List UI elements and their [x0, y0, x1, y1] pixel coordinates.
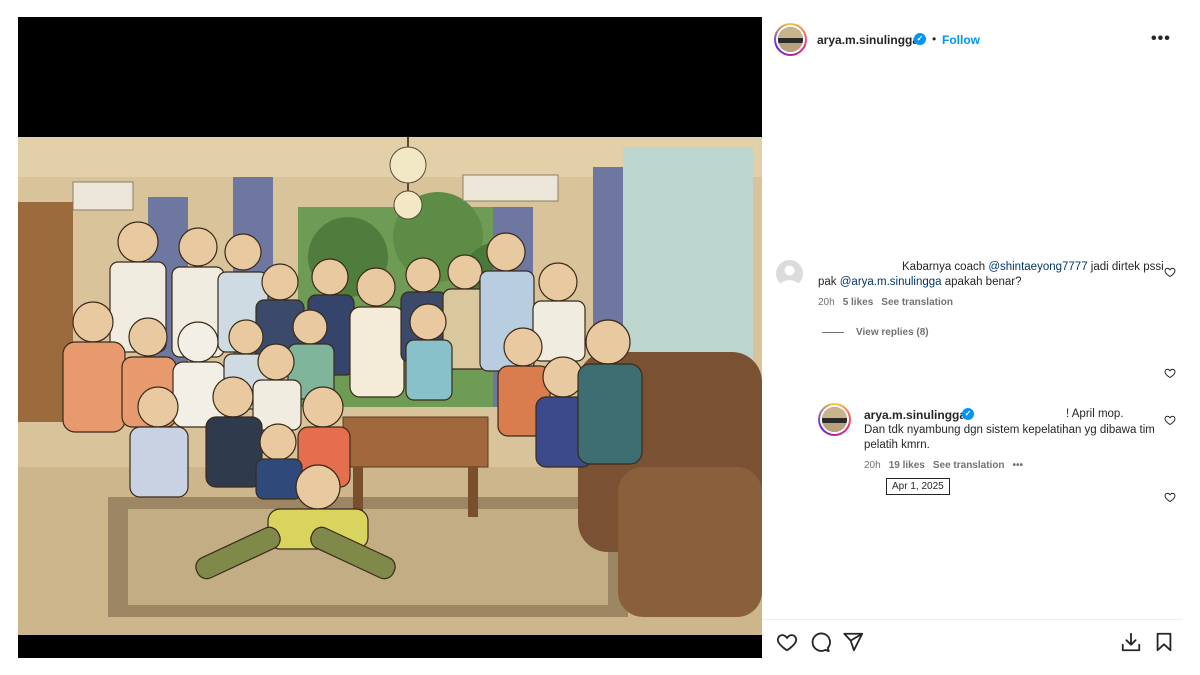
reply-see-translation-link[interactable]: See translation	[933, 460, 1005, 471]
reply-text-rest: Dan tdk nyambung dgn sistem kepelatihan …	[864, 424, 1155, 451]
share-icon[interactable]	[842, 631, 864, 653]
comment-like-icon-3[interactable]	[1164, 491, 1176, 503]
date-tooltip: Apr 1, 2025	[886, 478, 950, 495]
author-username[interactable]: arya.m.sinulingga	[817, 33, 919, 47]
comment-meta: 20h 5 likes See translation	[818, 297, 961, 308]
comments-pane: arya.m.sinulingga ✓ • Follow ••• Kabarny…	[762, 17, 1182, 658]
view-replies-button[interactable]: View replies (8)	[822, 327, 929, 338]
comment-like-icon[interactable]	[1164, 266, 1176, 278]
reply-verified-badge-icon: ✓	[962, 408, 974, 420]
avatar-photo	[778, 27, 803, 52]
reply-like-icon[interactable]	[1164, 414, 1176, 426]
save-icon[interactable]	[1153, 631, 1175, 653]
reply-meta: 20h 19 likes See translation •••	[864, 460, 1031, 471]
comment-text: Kabarnya coach @shintaeyong7777 jadi dir…	[818, 261, 1164, 288]
reply-text-line1: ! April mop.	[1066, 408, 1124, 420]
see-translation-link[interactable]: See translation	[881, 297, 953, 308]
reply-username[interactable]: arya.m.sinulingga	[864, 408, 966, 422]
commenter-avatar[interactable]	[776, 260, 803, 287]
post-header: arya.m.sinulingga ✓ • Follow •••	[762, 17, 1182, 61]
header-separator: •	[932, 32, 937, 46]
comment-mention-coach[interactable]: @shintaeyong7777	[988, 261, 1087, 273]
reply-more-icon[interactable]: •••	[1013, 460, 1024, 471]
reply-time[interactable]: 20h	[864, 460, 881, 471]
reply-likes[interactable]: 19 likes	[889, 460, 925, 471]
reply-avatar-photo	[822, 407, 847, 432]
comment-icon[interactable]	[809, 631, 831, 653]
follow-button[interactable]: Follow	[942, 33, 980, 47]
post-illustration	[18, 137, 762, 635]
author-avatar[interactable]	[774, 23, 807, 56]
action-bar-divider	[762, 619, 1182, 620]
comment-time: 20h	[818, 297, 835, 308]
comment-like-icon-2[interactable]	[1164, 367, 1176, 379]
like-icon[interactable]	[776, 631, 798, 653]
more-options-icon[interactable]: •••	[1151, 30, 1171, 48]
verified-badge-icon: ✓	[914, 33, 926, 45]
view-replies-label: View replies (8)	[856, 327, 929, 338]
family-illustration	[18, 137, 762, 635]
download-icon[interactable]	[1120, 631, 1142, 653]
comment-likes[interactable]: 5 likes	[843, 297, 874, 308]
replies-divider-line	[822, 331, 844, 333]
post-media[interactable]	[18, 17, 762, 658]
reply-author-avatar[interactable]	[818, 403, 851, 436]
comment-mention-author[interactable]: @arya.m.sinulingga	[840, 276, 942, 288]
default-user-icon	[779, 265, 800, 287]
